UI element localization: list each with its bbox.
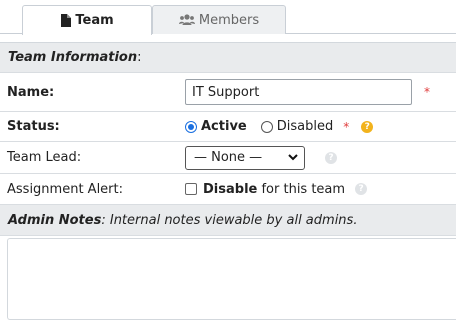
tab-members[interactable]: Members: [152, 5, 286, 34]
section-title-suffix: :: [137, 50, 142, 65]
status-value: Active Disabled * ?: [185, 119, 456, 134]
admin-notes-title: Admin Notes: [8, 212, 102, 228]
users-icon: [178, 14, 195, 26]
status-required-mark: *: [343, 119, 350, 134]
file-icon: [60, 14, 72, 27]
assignment-alert-help-icon[interactable]: ?: [355, 183, 368, 195]
status-help-icon[interactable]: ?: [361, 120, 374, 133]
row-status: Status: Active Disabled * ?: [0, 112, 456, 142]
tab-team[interactable]: Team: [22, 5, 152, 35]
tab-bar: Team Members: [0, 0, 456, 35]
name-label: Name:: [7, 84, 55, 100]
status-disabled-label[interactable]: Disabled: [277, 119, 333, 134]
assignment-alert-checkbox[interactable]: [185, 183, 197, 195]
section-header-team-information: Team Information:: [0, 43, 456, 73]
section-title: Team Information: [8, 50, 138, 65]
team-lead-selected: — None —: [194, 150, 263, 165]
assignment-alert-value: Disable for this team ?: [185, 182, 456, 197]
team-lead-select[interactable]: — None —: [185, 145, 305, 170]
status-label: Status:: [7, 119, 60, 134]
section-header-admin-notes: Admin Notes: Internal notes viewable by …: [0, 205, 456, 236]
assignment-alert-rest-text[interactable]: for this team: [257, 182, 345, 197]
tab-members-label: Members: [198, 12, 260, 28]
team-form: Team Information: Name: * Status: Active…: [0, 42, 456, 327]
row-team-lead: Team Lead: — None — ?: [0, 142, 456, 174]
assignment-alert-disable-text[interactable]: Disable: [203, 182, 257, 197]
team-lead-value: — None — ?: [185, 145, 456, 170]
admin-notes-description: : Internal notes viewable by all admins.: [101, 212, 358, 228]
status-active-radio[interactable]: [185, 120, 197, 133]
team-lead-help-icon[interactable]: ?: [325, 151, 337, 164]
row-assignment-alert: Assignment Alert: Disable for this team …: [0, 174, 456, 205]
tab-team-label: Team: [75, 13, 114, 28]
name-input[interactable]: [185, 79, 412, 105]
status-disabled-radio[interactable]: [260, 120, 273, 133]
name-required-mark: *: [424, 85, 430, 99]
row-name: Name: *: [0, 73, 456, 112]
team-lead-label: Team Lead:: [7, 150, 82, 165]
admin-notes-textarea[interactable]: [7, 238, 456, 320]
chevron-down-icon: [288, 150, 298, 165]
status-active-label[interactable]: Active: [201, 119, 247, 134]
assignment-alert-label: Assignment Alert:: [7, 181, 123, 197]
name-value: *: [185, 79, 456, 105]
